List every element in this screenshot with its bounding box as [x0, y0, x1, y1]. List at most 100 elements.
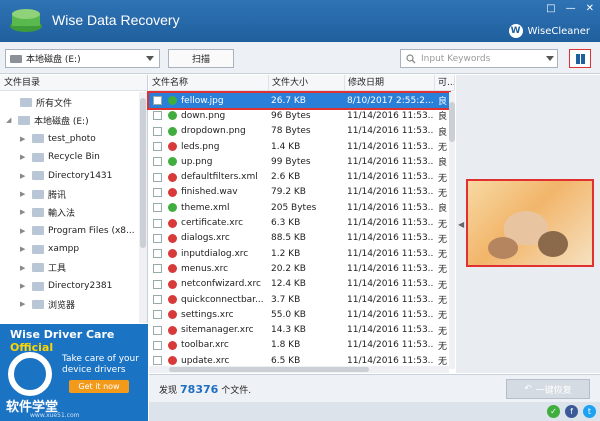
tree-item[interactable]: ▶ test_photo — [20, 130, 96, 148]
file-checkbox[interactable] — [153, 96, 162, 106]
file-list-header: 文件名称 文件大小 修改日期 可... — [149, 75, 455, 91]
feedback-icon[interactable]: ✓ — [547, 405, 560, 418]
file-row[interactable]: up.png 99 Bytes 11/14/2016 11:53... 良 — [149, 154, 449, 169]
status-bad-icon — [168, 218, 177, 228]
tree-item[interactable]: ▶ 工具 — [20, 259, 66, 277]
tree-item-label: 輸入法 — [48, 208, 76, 219]
file-checkbox[interactable] — [153, 111, 162, 121]
file-checkbox[interactable] — [153, 218, 162, 228]
chevron-right-icon[interactable]: ▶ — [20, 153, 28, 161]
tree-item[interactable]: ▶ Recycle Bin — [20, 148, 100, 166]
file-row[interactable]: toolbar.xrc 1.8 KB 11/14/2016 11:53... 无 — [149, 338, 449, 353]
tree-scrollbar[interactable] — [139, 92, 147, 323]
preview-toggle-button[interactable] — [569, 49, 591, 68]
twitter-icon[interactable]: t — [583, 405, 596, 418]
file-list-hscrollbar[interactable] — [149, 366, 449, 373]
file-row[interactable]: menus.xrc 20.2 KB 11/14/2016 11:53... 无 — [149, 261, 449, 276]
file-checkbox[interactable] — [153, 126, 162, 136]
file-row[interactable]: finished.wav 79.2 KB 11/14/2016 11:53... 无 — [149, 185, 449, 200]
tree-item-label: 本地磁盘 (E:) — [34, 116, 89, 127]
chevron-right-icon[interactable]: ▶ — [20, 245, 28, 253]
file-count: 78376 — [180, 383, 219, 396]
chevron-right-icon[interactable]: ▶ — [20, 300, 28, 308]
file-size: 14.3 KB — [271, 325, 306, 336]
chevron-right-icon[interactable]: ▶ — [20, 282, 28, 290]
facebook-icon[interactable]: f — [565, 405, 578, 418]
file-row[interactable]: down.png 96 Bytes 11/14/2016 11:53... 良 — [149, 108, 449, 123]
chevron-right-icon[interactable]: ▶ — [20, 135, 28, 143]
tree-item[interactable]: ▶ 腾讯 — [20, 185, 66, 203]
collapse-arrow-icon[interactable]: ◀ — [458, 220, 464, 229]
brand-link[interactable]: W WiseCleaner — [508, 24, 590, 38]
close-button[interactable]: ✕ — [586, 3, 594, 14]
file-name: fellow.jpg — [181, 95, 224, 106]
file-checkbox[interactable] — [153, 295, 162, 305]
tree-item[interactable]: ◢ 本地磁盘 (E:) — [6, 111, 89, 129]
tree-item[interactable]: ▶ xampp — [20, 240, 79, 258]
directory-tree: 文件目录 所有文件 ◢ 本地磁盘 (E:) ▶ test_photo ▶ Recycle B… — [0, 75, 148, 323]
file-checkbox[interactable] — [153, 157, 162, 167]
chevron-right-icon[interactable]: ▶ — [20, 190, 28, 198]
file-name: menus.xrc — [181, 263, 229, 274]
chevron-right-icon[interactable]: ▶ — [20, 227, 28, 235]
file-checkbox[interactable] — [153, 325, 162, 335]
chevron-right-icon[interactable]: ▶ — [20, 264, 28, 272]
file-checkbox[interactable] — [153, 203, 162, 213]
file-row[interactable]: fellow.jpg 26.7 KB 8/10/2017 2:55:2... 良 — [147, 90, 451, 111]
file-checkbox[interactable] — [153, 279, 162, 289]
file-checkbox[interactable] — [153, 233, 162, 243]
tree-item[interactable]: ▶ 輸入法 — [20, 203, 75, 221]
folder-icon — [20, 97, 32, 107]
file-checkbox[interactable] — [153, 340, 162, 350]
file-checkbox[interactable] — [153, 187, 162, 197]
file-row[interactable]: defaultfilters.xml 2.6 KB 11/14/2016 11:53… — [149, 170, 449, 185]
watermark-url: www.xue51.com — [30, 412, 80, 419]
file-checkbox[interactable] — [153, 264, 162, 274]
search-options-icon[interactable] — [546, 56, 554, 61]
status-bad-icon — [168, 356, 177, 366]
tree-item[interactable]: ▶ Directory2381 — [20, 277, 112, 295]
file-row[interactable]: dropdown.png 78 Bytes 11/14/2016 11:53... 良 — [149, 124, 449, 139]
file-row[interactable]: settings.xrc 55.0 KB 11/14/2016 11:53... 无 — [149, 307, 449, 322]
file-checkbox[interactable] — [153, 172, 162, 182]
tree-item-label: test_photo — [48, 133, 96, 144]
file-row[interactable]: sitemanager.xrc 14.3 KB 11/14/2016 11:53..… — [149, 323, 449, 338]
file-row[interactable]: theme.xml 205 Bytes 11/14/2016 11:53... 良 — [149, 200, 449, 215]
scan-button[interactable]: 扫描 — [168, 49, 234, 68]
tree-item[interactable]: ▶ 浏览器 — [20, 295, 75, 313]
search-placeholder: Input Keywords — [421, 53, 491, 64]
chevron-right-icon[interactable]: ▶ — [20, 172, 28, 180]
drive-select[interactable]: 本地磁盘 (E:) — [5, 49, 160, 68]
tree-item[interactable]: 所有文件 — [8, 93, 72, 111]
file-row[interactable]: quickconnectbar... 3.7 KB 11/14/2016 11:53… — [149, 292, 449, 307]
chevron-right-icon[interactable]: ▶ — [20, 208, 28, 216]
maximize-button[interactable]: □ — [546, 3, 555, 14]
file-row[interactable]: netconfwizard.xrc 12.4 KB 11/14/2016 11:53… — [149, 277, 449, 292]
file-checkbox[interactable] — [153, 356, 162, 366]
column-state[interactable]: 可... — [435, 75, 455, 91]
tree-item[interactable]: ▶ Directory1431 — [20, 167, 112, 185]
column-size[interactable]: 文件大小 — [269, 75, 345, 91]
file-list-scrollbar[interactable] — [449, 92, 455, 369]
file-checkbox[interactable] — [153, 310, 162, 320]
file-row[interactable]: dialogs.xrc 88.5 KB 11/14/2016 11:53... 无 — [149, 231, 449, 246]
file-checkbox[interactable] — [153, 249, 162, 259]
column-date[interactable]: 修改日期 — [345, 75, 435, 91]
file-checkbox[interactable] — [153, 142, 162, 152]
file-row[interactable]: inputdialog.xrc 1.2 KB 11/14/2016 11:53...… — [149, 246, 449, 261]
file-state: 无 — [438, 250, 448, 261]
file-date: 11/14/2016 11:53... — [347, 263, 433, 274]
view-pane-icon — [575, 53, 580, 64]
file-row[interactable]: leds.png 1.4 KB 11/14/2016 11:53... 无 — [149, 139, 449, 154]
search-input[interactable]: Input Keywords — [400, 49, 558, 68]
column-name[interactable]: 文件名称 — [149, 75, 269, 91]
expand-arrow-icon[interactable]: ◢ — [6, 116, 14, 124]
drive-icon — [18, 115, 30, 125]
status-bad-icon — [168, 172, 177, 182]
recover-button[interactable]: ↶ 一键恢复 — [506, 379, 590, 399]
tree-item[interactable]: ▶ Program Files (x8... — [20, 222, 135, 240]
file-size: 1.2 KB — [271, 248, 301, 259]
get-it-now-button[interactable]: Get it now — [69, 380, 129, 393]
file-row[interactable]: certificate.xrc 6.3 KB 11/14/2016 11:53...… — [149, 215, 449, 230]
minimize-button[interactable]: — — [566, 3, 576, 14]
